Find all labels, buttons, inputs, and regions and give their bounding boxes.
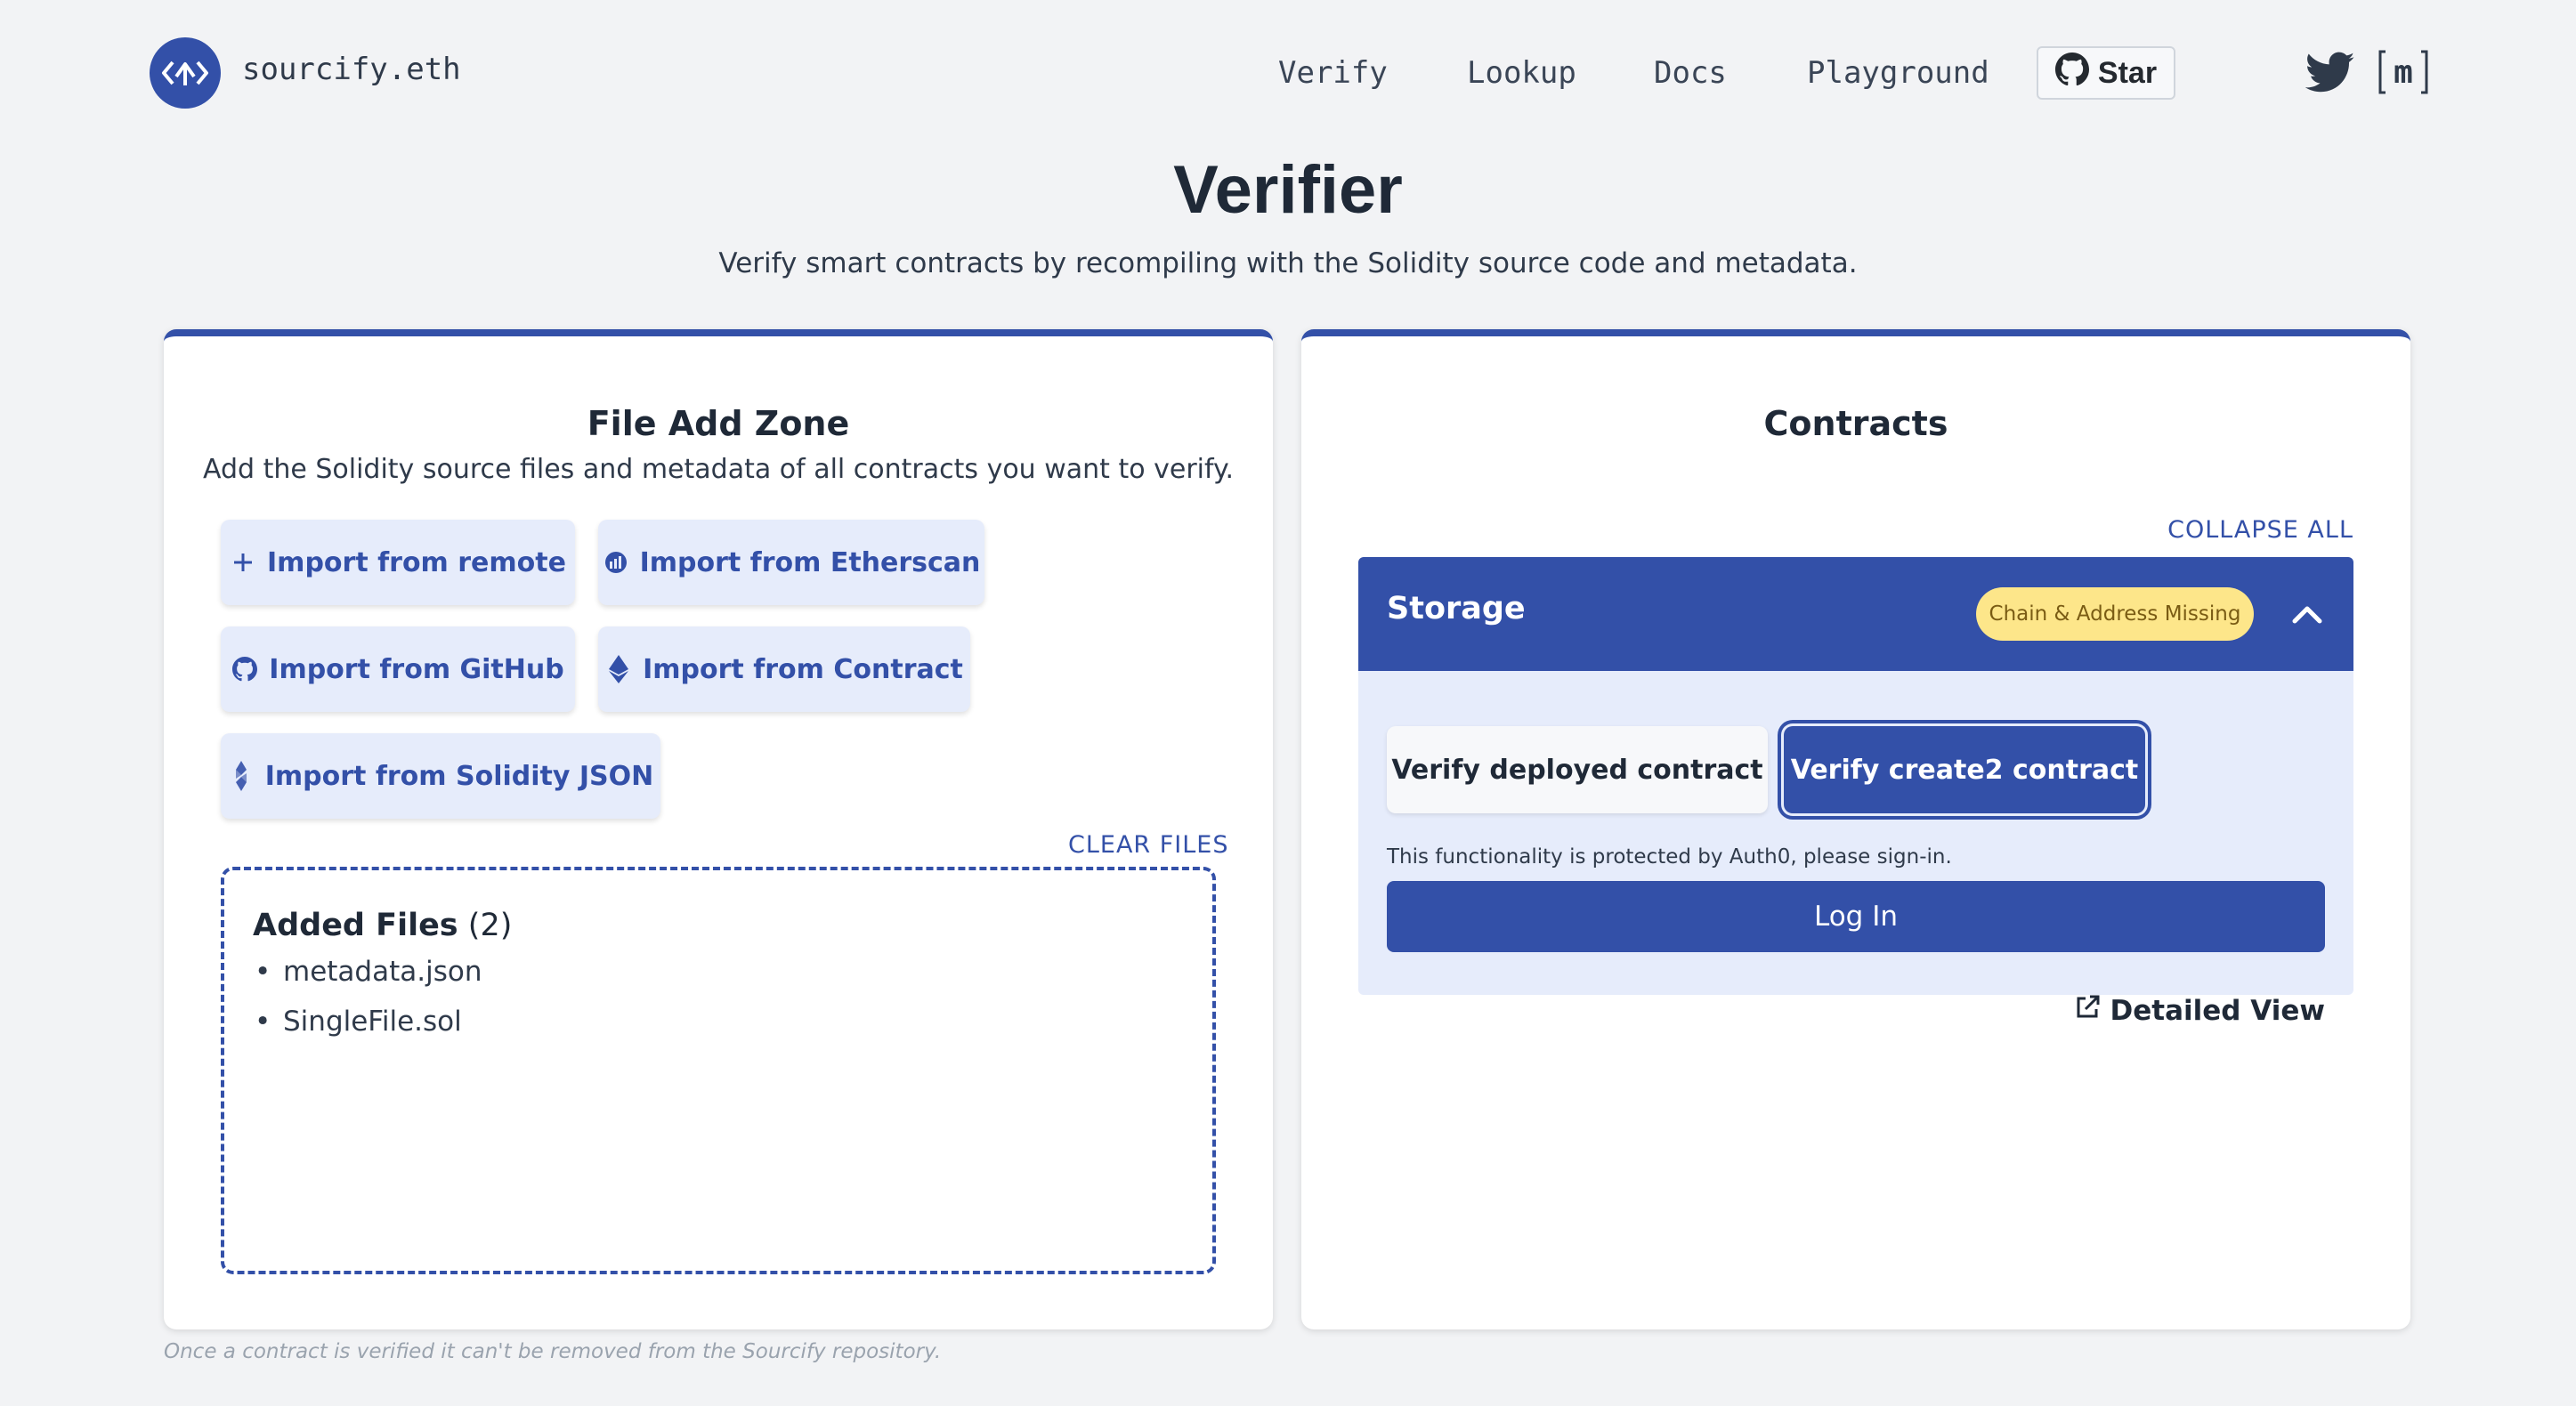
page-title: Verifier: [1173, 152, 1403, 228]
import-remote-button[interactable]: Import from remote: [221, 520, 575, 605]
brand-name[interactable]: sourcify.eth: [242, 52, 461, 87]
import-github-button[interactable]: Import from GitHub: [221, 626, 575, 712]
file-name: SingleFile.sol: [283, 1006, 462, 1038]
page-subtitle: Verify smart contracts by recompiling wi…: [718, 247, 1858, 279]
added-files-heading: Added Files (2): [253, 908, 512, 943]
import-contract-label: Import from Contract: [643, 653, 963, 685]
import-solidity-json-label: Import from Solidity JSON: [264, 760, 654, 792]
star-label: Star: [2097, 55, 2158, 90]
github-icon: [2054, 52, 2089, 94]
file-name: metadata.json: [283, 956, 482, 988]
ethereum-icon: [605, 655, 632, 683]
contracts-card: Contracts COLLAPSE ALL Storage Chain & A…: [1301, 329, 2410, 1329]
twitter-icon[interactable]: [2305, 52, 2355, 94]
bullet-icon: •: [255, 956, 271, 988]
file-drop-zone[interactable]: Added Files (2) • metadata.json • SingleFi…: [221, 867, 1216, 1274]
list-item: • metadata.json: [255, 956, 482, 988]
external-link-icon: [2073, 993, 2102, 1029]
plus-icon: [230, 549, 256, 576]
import-solidity-json-button[interactable]: Import from Solidity JSON: [221, 733, 660, 819]
status-badge: Chain & Address Missing: [1976, 587, 2254, 641]
github-star-button[interactable]: Star: [2037, 46, 2175, 100]
bullet-icon: •: [255, 1006, 271, 1038]
top-navbar: sourcify.eth Verify Lookup Docs Playgrou…: [0, 0, 2576, 142]
verify-create2-tab[interactable]: Verify create2 contract: [1784, 726, 2145, 813]
verify-deployed-tab[interactable]: Verify deployed contract: [1387, 726, 1768, 813]
file-zone-description: Add the Solidity source files and metada…: [202, 454, 1235, 485]
contract-header[interactable]: Storage Chain & Address Missing: [1358, 557, 2353, 671]
chevron-up-icon[interactable]: [2286, 593, 2329, 635]
log-in-button[interactable]: Log In: [1387, 881, 2325, 952]
github-icon: [231, 656, 258, 683]
collapse-all-button[interactable]: COLLAPSE ALL: [2167, 516, 2353, 544]
import-etherscan-button[interactable]: Import from Etherscan: [598, 520, 984, 605]
sourcify-logo-icon[interactable]: [150, 37, 221, 109]
auth-note: This functionality is protected by Auth0…: [1387, 845, 1952, 869]
nav-lookup[interactable]: Lookup: [1467, 55, 1576, 91]
list-item: • SingleFile.sol: [255, 1006, 462, 1038]
file-add-zone-card: File Add Zone Add the Solidity source fi…: [164, 329, 1273, 1329]
added-files-count: (2): [467, 908, 513, 943]
import-contract-button[interactable]: Import from Contract: [598, 626, 970, 712]
contracts-title: Contracts: [1763, 404, 1948, 443]
solidity-icon: [228, 761, 255, 791]
added-files-title: Added Files: [253, 908, 458, 943]
nav-playground[interactable]: Playground: [1807, 55, 1989, 91]
matrix-icon[interactable]: m: [2378, 48, 2428, 96]
nav-verify[interactable]: Verify: [1278, 55, 1388, 91]
detailed-view-link[interactable]: Detailed View: [2073, 993, 2326, 1029]
contract-body: Verify deployed contract Verify create2 …: [1358, 671, 2353, 1027]
contract-name: Storage: [1387, 591, 1526, 626]
import-etherscan-label: Import from Etherscan: [639, 546, 981, 578]
detailed-view-label: Detailed View: [2110, 995, 2326, 1027]
footnote: Once a contract is verified it can't be …: [164, 1340, 942, 1363]
clear-files-button[interactable]: CLEAR FILES: [1068, 831, 1229, 859]
etherscan-icon: [603, 549, 629, 576]
import-github-label: Import from GitHub: [269, 653, 564, 685]
nav-docs[interactable]: Docs: [1654, 55, 1727, 91]
import-remote-label: Import from remote: [267, 546, 566, 578]
file-zone-title: File Add Zone: [587, 404, 850, 443]
